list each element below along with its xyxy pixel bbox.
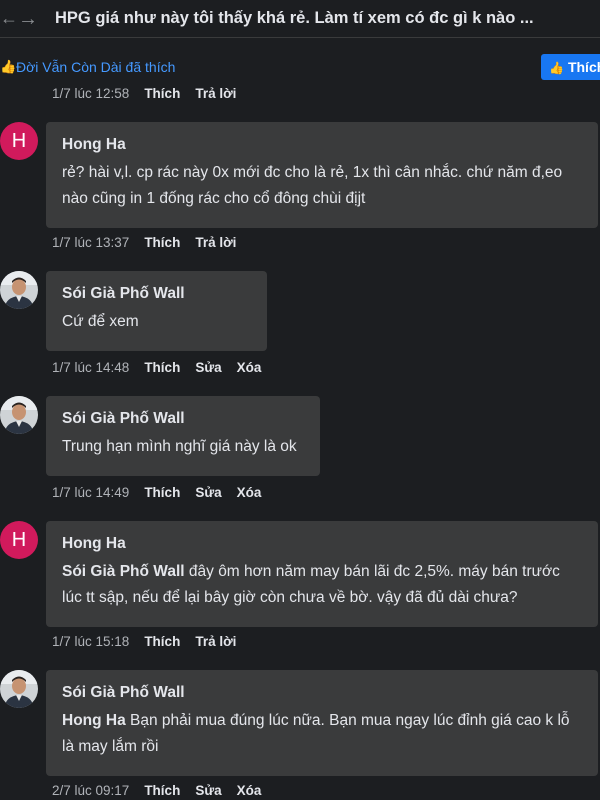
comment-bubble: Hong Ha Sói Già Phố Wall đây ôm hơn năm …: [46, 521, 598, 627]
comment-meta: 1/7 lúc 12:58 Thích Trả lời: [52, 86, 251, 101]
liked-by-text[interactable]: Đời Vẫn Còn Dài đã thích: [16, 59, 175, 75]
comment-bubble: Sói Già Phố Wall Cứ để xem: [46, 271, 267, 351]
reply-action[interactable]: Trả lời: [195, 86, 236, 101]
like-bar: 👍 Đời Vẫn Còn Dài đã thích 👍Thích: [0, 54, 600, 82]
comment-author[interactable]: Sói Già Phố Wall: [62, 410, 304, 428]
comment-text: rẻ? hài v,l. cp rác này 0x mới đc cho là…: [62, 164, 563, 207]
edit-action[interactable]: Sửa: [195, 783, 221, 798]
comment-time[interactable]: 1/7 lúc 12:58: [52, 86, 129, 101]
comment-meta: 1/7 lúc 13:37 Thích Trả lời: [52, 235, 251, 250]
like-action[interactable]: Thích: [144, 235, 180, 250]
comment-author[interactable]: Hong Ha: [62, 136, 582, 154]
reply-action[interactable]: Trả lời: [195, 235, 236, 250]
avatar[interactable]: [0, 396, 38, 434]
page-title: HPG giá như này tôi thấy khá rẻ. Làm tí …: [55, 9, 534, 27]
like-action[interactable]: Thích: [144, 360, 180, 375]
avatar[interactable]: H: [0, 521, 38, 559]
comment-meta: 2/7 lúc 09:17 Thích Sửa Xóa: [52, 783, 276, 798]
comment-bubble: Sói Già Phố Wall Hong Ha Bạn phải mua đú…: [46, 670, 598, 776]
comment-author[interactable]: Hong Ha: [62, 535, 582, 553]
avatar[interactable]: [0, 271, 38, 309]
thumbs-up-icon: 👍: [549, 61, 564, 75]
comment-bubble: Hong Ha rẻ? hài v,l. cp rác này 0x mới đ…: [46, 122, 598, 228]
edit-action[interactable]: Sửa: [195, 360, 221, 375]
thumbs-up-icon: 👍: [0, 59, 17, 74]
comment-author[interactable]: Sói Già Phố Wall: [62, 285, 251, 303]
like-action[interactable]: Thích: [144, 783, 180, 798]
avatar[interactable]: H: [0, 122, 38, 160]
comment-time[interactable]: 1/7 lúc 14:48: [52, 360, 129, 375]
comment-body: Bạn phải mua đúng lúc nữa. Bạn mua ngay …: [62, 712, 570, 755]
comment-text: Hong Ha Bạn phải mua đúng lúc nữa. Bạn m…: [62, 708, 582, 760]
delete-action[interactable]: Xóa: [237, 360, 262, 375]
comment-time[interactable]: 1/7 lúc 15:18: [52, 634, 129, 649]
comment-meta: 1/7 lúc 14:48 Thích Sửa Xóa: [52, 360, 276, 375]
reply-action[interactable]: Trả lời: [195, 634, 236, 649]
like-action[interactable]: Thích: [144, 634, 180, 649]
like-action[interactable]: Thích: [144, 485, 180, 500]
mention-tag[interactable]: Hong Ha: [62, 712, 126, 729]
like-action[interactable]: Thích: [144, 86, 180, 101]
delete-action[interactable]: Xóa: [237, 485, 262, 500]
forward-arrow-icon[interactable]: →: [18, 8, 38, 31]
comment-author[interactable]: Sói Già Phố Wall: [62, 684, 582, 702]
back-arrow-icon[interactable]: ←: [0, 8, 18, 29]
comment-text: Sói Già Phố Wall đây ôm hơn năm may bán …: [62, 559, 582, 611]
comment-text: Cứ để xem: [62, 313, 139, 330]
edit-action[interactable]: Sửa: [195, 485, 221, 500]
avatar[interactable]: [0, 670, 38, 708]
comment-time[interactable]: 1/7 lúc 14:49: [52, 485, 129, 500]
comment-meta: 1/7 lúc 15:18 Thích Trả lời: [52, 634, 251, 649]
comment-bubble: Sói Già Phố Wall Trung hạn mình nghĩ giá…: [46, 396, 320, 476]
comment-meta: 1/7 lúc 14:49 Thích Sửa Xóa: [52, 485, 276, 500]
mention-tag[interactable]: Sói Già Phố Wall: [62, 563, 185, 580]
top-bar: ← → HPG giá như này tôi thấy khá rẻ. Làm…: [0, 0, 600, 38]
delete-action[interactable]: Xóa: [237, 783, 262, 798]
comment-text: Trung hạn mình nghĩ giá này là ok: [62, 438, 297, 455]
comment-time[interactable]: 1/7 lúc 13:37: [52, 235, 129, 250]
like-button[interactable]: 👍Thích: [541, 54, 600, 80]
like-button-label: Thích: [567, 59, 600, 75]
comment-time[interactable]: 2/7 lúc 09:17: [52, 783, 129, 798]
